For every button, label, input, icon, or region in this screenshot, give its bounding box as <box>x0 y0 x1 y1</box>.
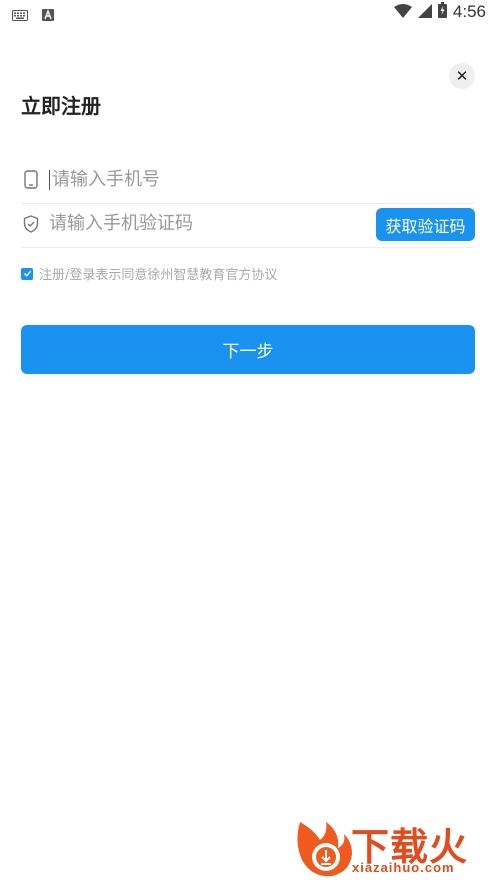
phone-icon <box>21 170 41 190</box>
phone-field-row <box>21 156 475 204</box>
watermark-logo: 下载火 xiazaihuo.com <box>292 812 492 880</box>
agreement-row: 注册/登录表示同意 徐州智慧教育官方协议 <box>21 264 277 283</box>
close-icon: ✕ <box>455 67 469 85</box>
signal-icon <box>417 3 432 22</box>
status-bar: 4:56 <box>0 0 496 26</box>
shield-icon <box>21 214 41 234</box>
wifi-icon <box>393 3 412 22</box>
phone-input[interactable] <box>52 169 475 190</box>
agree-text: 注册/登录表示同意 <box>39 268 148 283</box>
watermark-url: xiazaihuo.com <box>352 860 455 875</box>
agreement-link[interactable]: 徐州智慧教育官方协议 <box>147 264 277 283</box>
battery-icon <box>437 2 447 22</box>
a-icon <box>42 6 54 25</box>
next-button[interactable]: 下一步 <box>21 325 475 374</box>
code-field-row: 获取验证码 <box>21 200 475 248</box>
agree-checkbox[interactable] <box>21 267 33 280</box>
page-title: 立即注册 <box>21 94 101 118</box>
get-code-button[interactable]: 获取验证码 <box>376 208 475 241</box>
flame-logo-icon <box>297 822 352 877</box>
keyboard-icon <box>12 6 28 25</box>
text-caret <box>49 169 50 190</box>
close-button[interactable]: ✕ <box>449 63 475 89</box>
status-time: 4:56 <box>452 2 486 21</box>
